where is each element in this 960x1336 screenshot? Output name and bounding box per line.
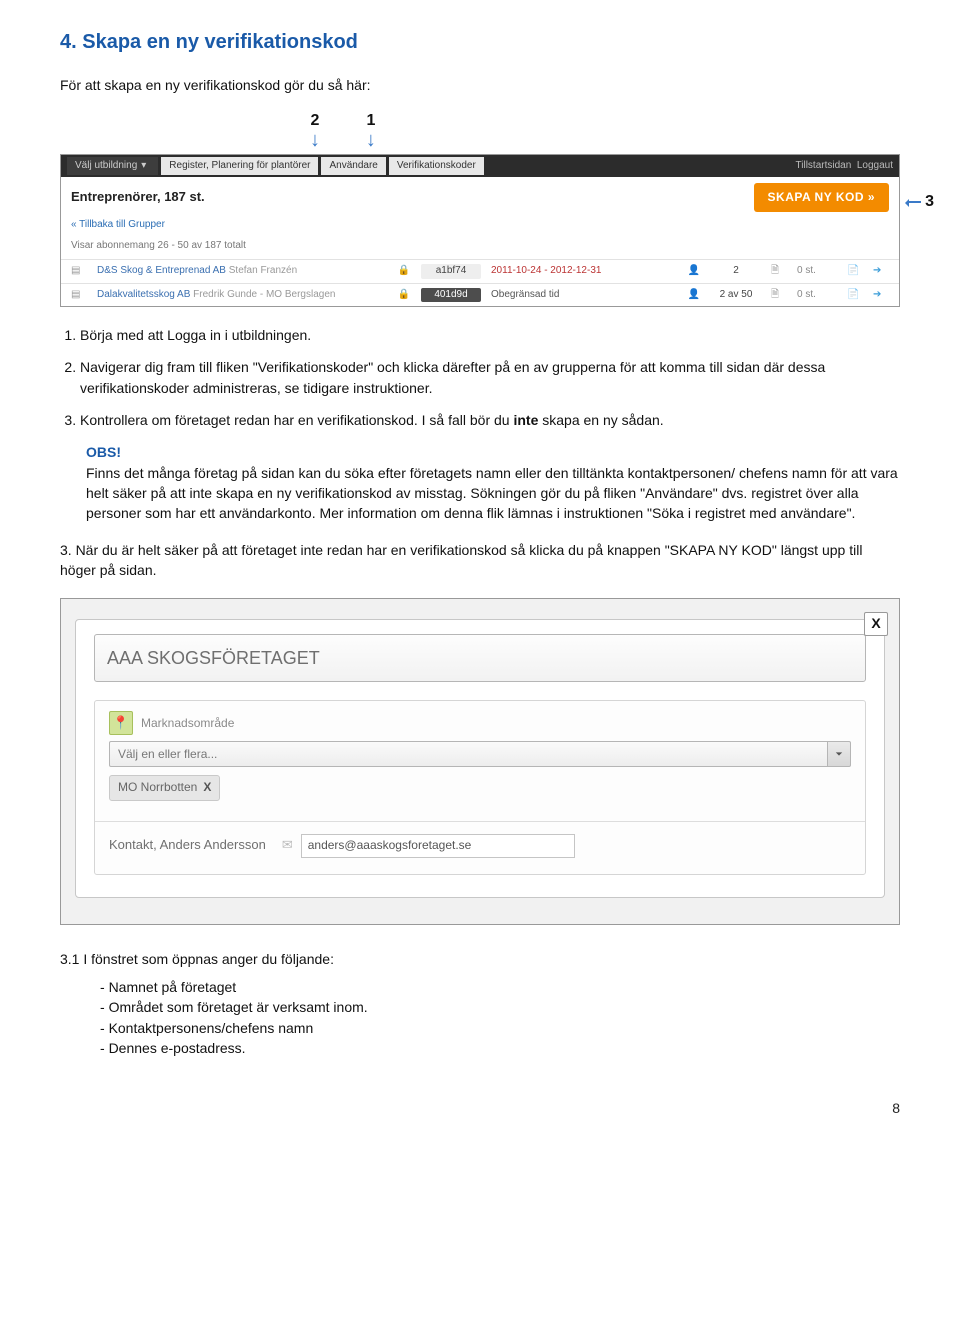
company-name-input[interactable]: AAA SKOGSFÖRETAGET (94, 634, 866, 682)
list-item: Namnet på företaget (100, 977, 900, 997)
obs-body: Finns det många företag på sidan kan du … (86, 463, 900, 524)
tab-anvandare[interactable]: Användare (321, 157, 385, 175)
page-icon: ▤ (71, 288, 87, 303)
intro-text: För att skapa en ny verifikationskod gör… (60, 75, 900, 95)
step-3-1-block: 3.1 I fönstret som öppnas anger du följa… (60, 949, 900, 1058)
note-icon: 📄 (847, 288, 863, 303)
market-area-label: Marknadsområde (141, 715, 234, 732)
contact-email-input[interactable]: anders@aaaskogsforetaget.se (301, 834, 575, 858)
lock-icon: 🔒 (397, 264, 411, 279)
list-item: Dennes e-postadress. (100, 1038, 900, 1058)
arrow-down-icon: ↓ (310, 132, 320, 148)
note-icon: 📄 (847, 264, 863, 279)
tab-utbildning[interactable]: Välj utbildning▾ (67, 157, 158, 175)
date-range: 2011-10-24 - 2012-12-31 (491, 264, 611, 279)
obs-block: OBS! Finns det många företag på sidan ka… (86, 442, 900, 523)
tab-register[interactable]: Register, Planering för plantörer (161, 157, 318, 175)
create-code-dialog: X AAA SKOGSFÖRETAGET 📍 Marknadsområde Vä… (75, 619, 885, 897)
close-button[interactable]: X (864, 612, 888, 636)
tab-verifikationskoder[interactable]: Verifikationskoder (389, 157, 484, 175)
user-icon: 👤 (687, 288, 701, 303)
market-area-card: 📍 Marknadsområde Välj en eller flera... … (94, 700, 866, 874)
file-icon: 🗎 (771, 288, 787, 303)
instruction-list: Börja med att Logga in i utbildningen. N… (60, 325, 900, 430)
selected-chip[interactable]: MO NorrbottenX (109, 775, 220, 800)
step-1: Börja med att Logga in i utbildningen. (80, 325, 900, 345)
select-value: Välj en eller flera... (109, 741, 828, 767)
section-title: 4. Skapa en ny verifikationskod (60, 28, 900, 57)
mail-icon: ✉ (282, 836, 293, 855)
date-range: Obegränsad tid (491, 288, 611, 303)
skapa-ny-kod-button[interactable]: SKAPA NY KOD » (754, 183, 889, 212)
arrow-right-icon[interactable]: ➔ (873, 264, 889, 279)
lock-icon: 🔒 (397, 288, 411, 303)
chevron-down-icon[interactable] (828, 741, 851, 767)
page-icon: ▤ (71, 264, 87, 279)
map-icon: 📍 (109, 711, 133, 735)
step-3-check: Kontrollera om företaget redan har en ve… (80, 410, 900, 430)
code-badge: a1bf74 (421, 264, 481, 279)
step-3-action: 3. När du är helt säker på att företaget… (60, 540, 900, 581)
result-count: Visar abonnemang 26 - 50 av 187 totalt (61, 237, 899, 260)
top-nav: Välj utbildning▾ Register, Planering för… (61, 155, 899, 177)
table-row[interactable]: ▤ D&S Skog & Entreprenad AB Stefan Franz… (61, 259, 899, 283)
list-item: Kontaktpersonens/chefens namn (100, 1018, 900, 1038)
divider (95, 821, 865, 822)
table-row[interactable]: ▤ Dalakvalitetsskog AB Fredrik Gunde - M… (61, 283, 899, 307)
page-title: Entreprenörer, 187 st. (71, 188, 205, 207)
back-link[interactable]: « Tillbaka till Grupper (71, 219, 165, 230)
page-number: 8 (60, 1098, 900, 1118)
file-icon: 🗎 (771, 264, 787, 279)
nav-right-links[interactable]: Tillstartsidan Loggaut (796, 159, 893, 174)
remove-chip-icon[interactable]: X (203, 779, 211, 796)
contact-name-input[interactable]: Kontakt, Anders Andersson (109, 836, 266, 856)
list-item: Området som företaget är verksamt inom. (100, 997, 900, 1017)
market-area-select[interactable]: Välj en eller flera... (109, 741, 851, 767)
screenshot-app-list: Välj utbildning▾ Register, Planering för… (60, 154, 900, 307)
field-list: Namnet på företaget Området som företage… (60, 977, 900, 1058)
obs-title: OBS! (86, 442, 900, 462)
arrow-right-icon[interactable]: ➔ (873, 288, 889, 303)
arrow-down-icon: ↓ (366, 132, 376, 148)
callout-num-3: 3 (907, 190, 934, 213)
arrow-left-icon (907, 201, 921, 203)
step-2: Navigerar dig fram till fliken "Verifika… (80, 357, 900, 398)
user-icon: 👤 (687, 264, 701, 279)
screenshot-dialog: X AAA SKOGSFÖRETAGET 📍 Marknadsområde Vä… (60, 598, 900, 924)
callout-arrows: 2 ↓ 1 ↓ (60, 109, 900, 151)
step-3-1-lead: 3.1 I fönstret som öppnas anger du följa… (60, 949, 900, 969)
code-badge: 401d9d (421, 288, 481, 303)
